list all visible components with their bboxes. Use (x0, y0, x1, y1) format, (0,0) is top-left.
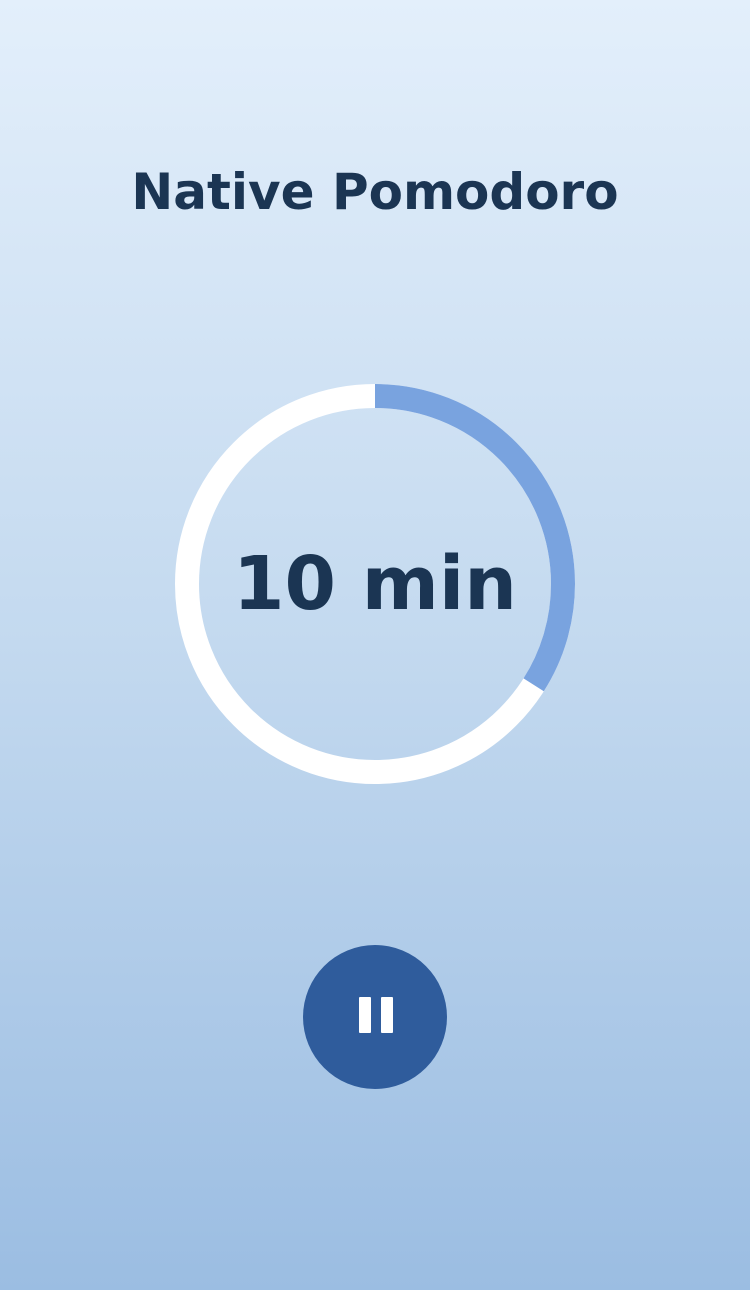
pause-icon-bar-left (359, 997, 371, 1033)
time-remaining: 10 min (233, 541, 517, 627)
app-title: Native Pomodoro (131, 163, 619, 221)
pause-icon (359, 997, 393, 1033)
pomodoro-screen: Native Pomodoro 10 min (0, 0, 750, 1290)
pause-icon-bar-right (381, 997, 393, 1033)
pause-button[interactable] (303, 945, 447, 1089)
timer-ring: 10 min (175, 384, 575, 784)
